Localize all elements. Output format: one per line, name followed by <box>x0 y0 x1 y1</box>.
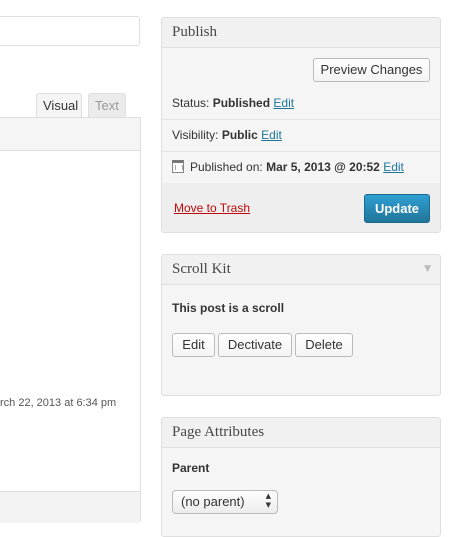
scrollkit-box: Scroll Kit ▼ This post is a scroll Edit … <box>161 254 441 396</box>
preview-changes-button[interactable]: Preview Changes <box>313 58 430 82</box>
select-arrows-icon: ▲ ▼ <box>265 492 271 509</box>
move-to-trash-link[interactable]: Move to Trash <box>174 201 250 215</box>
divider <box>162 151 440 152</box>
page-attributes-title: Page Attributes <box>162 418 440 448</box>
last-edited-text: rch 22, 2013 at 6:34 pm <box>0 397 117 409</box>
content-editor[interactable] <box>0 117 141 523</box>
status-value: Published <box>212 96 271 110</box>
parent-label: Parent <box>172 461 210 475</box>
visibility-edit-link[interactable]: Edit <box>261 128 282 142</box>
tab-visual[interactable]: Visual <box>36 93 82 117</box>
scrollkit-title: Scroll Kit <box>172 261 231 277</box>
scrollkit-delete-button[interactable]: Delete <box>295 333 353 357</box>
scrollkit-edit-button[interactable]: Edit <box>172 333 215 357</box>
update-button[interactable]: Update <box>364 194 430 223</box>
parent-select[interactable]: (no parent) ▲ ▼ <box>172 490 278 514</box>
published-label: Published on: <box>190 160 263 174</box>
editor-toolbar <box>0 118 140 151</box>
triangle-down-icon[interactable]: ▼ <box>424 255 431 284</box>
publish-box: Publish Preview Changes Status: Publishe… <box>161 17 441 233</box>
publish-box-title: Publish <box>162 18 440 48</box>
scrollkit-deactivate-button[interactable]: Dectivate <box>218 333 292 357</box>
published-on-row: Published on: Mar 5, 2013 @ 20:52 Edit <box>172 160 404 174</box>
visibility-value: Public <box>221 128 258 142</box>
divider <box>162 119 440 120</box>
published-value: Mar 5, 2013 @ 20:52 <box>266 160 380 174</box>
visibility-label: Visibility: <box>172 128 219 142</box>
parent-select-value: (no parent) <box>181 494 245 509</box>
status-row: Status: Published Edit <box>172 96 294 110</box>
editor-statusbar <box>0 491 140 523</box>
published-edit-link[interactable]: Edit <box>383 160 404 174</box>
scrollkit-message: This post is a scroll <box>172 301 285 315</box>
page-attributes-box: Page Attributes Parent (no parent) ▲ ▼ <box>161 417 441 537</box>
visibility-row: Visibility: Public Edit <box>172 128 282 142</box>
status-edit-link[interactable]: Edit <box>273 96 294 110</box>
tab-text[interactable]: Text <box>88 93 126 117</box>
post-title-input[interactable] <box>0 16 140 46</box>
scrollkit-box-title: Scroll Kit ▼ <box>162 255 440 285</box>
status-label: Status: <box>172 96 210 110</box>
calendar-icon <box>172 160 184 173</box>
